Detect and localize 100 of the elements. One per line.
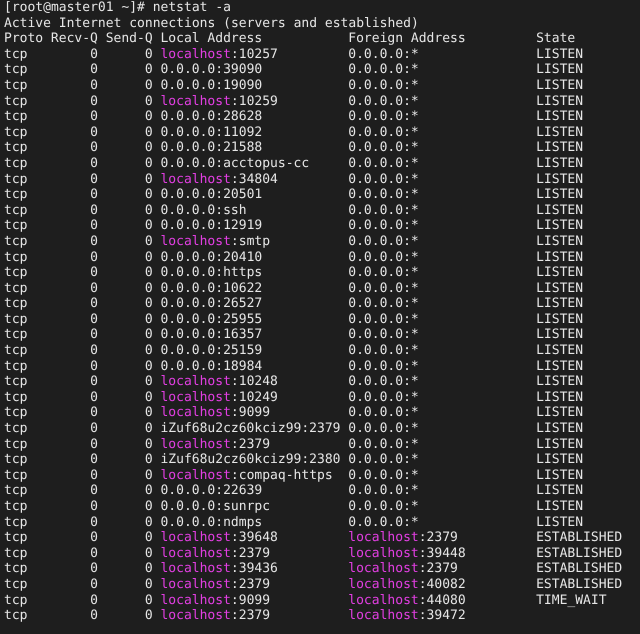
- address-text: 0.0.0.0:16357: [160, 327, 262, 342]
- address-text: 0.0.0.0:*: [348, 280, 419, 296]
- send-queue-cell: 0: [144, 390, 153, 406]
- send-queue-cell: 0: [144, 140, 153, 156]
- address-text: localhost:9099: [160, 592, 270, 608]
- send-queue-cell: 0: [144, 124, 153, 140]
- state-cell: LISTEN: [536, 514, 584, 530]
- send-queue-cell: 0: [144, 187, 153, 203]
- recv-queue-cell: 0: [90, 514, 98, 530]
- send-queue-cell: 0: [144, 561, 153, 577]
- send-queue-cell: 0: [144, 421, 153, 437]
- proto-cell: tcp: [4, 218, 28, 234]
- proto-cell: tcp: [4, 530, 28, 546]
- address-text: localhost:39436: [160, 561, 278, 576]
- address-text: localhost:10249: [160, 390, 278, 405]
- state-cell: LISTEN: [536, 218, 584, 234]
- address-text: 0.0.0.0:*: [348, 172, 419, 187]
- address-text: localhost:39472: [348, 608, 466, 624]
- address-text: localhost:10259: [160, 94, 278, 109]
- state-cell: LISTEN: [536, 499, 584, 515]
- address-text: iZuf68u2cz60kciz99:2379: [160, 421, 340, 436]
- proto-cell: tcp: [4, 172, 28, 188]
- state-cell: ESTABLISHED: [536, 561, 622, 577]
- address-text: iZuf68u2cz60kciz99:2380: [160, 452, 340, 468]
- address-text: 0.0.0.0:*: [348, 156, 419, 171]
- proto-cell: tcp: [4, 250, 28, 266]
- proto-cell: tcp: [4, 296, 28, 312]
- proto-cell: tcp: [4, 94, 28, 110]
- proto-cell: tcp: [4, 358, 28, 374]
- state-cell: LISTEN: [536, 296, 584, 312]
- address-text: localhost:2379: [160, 546, 270, 561]
- recv-queue-cell: 0: [90, 374, 98, 390]
- proto-cell: tcp: [4, 576, 28, 593]
- recv-queue-cell: 0: [90, 234, 98, 250]
- address-text: 0.0.0.0:*: [348, 327, 419, 342]
- proto-cell: tcp: [4, 62, 28, 78]
- address-text: 0.0.0.0:*: [348, 390, 419, 405]
- recv-queue-cell: 0: [90, 202, 98, 218]
- address-text: 0.0.0.0:*: [348, 265, 419, 280]
- proto-cell: tcp: [4, 405, 28, 422]
- address-text: 0.0.0.0:sunrpc: [160, 499, 270, 514]
- recv-queue-cell: 0: [90, 499, 98, 515]
- send-queue-cell: 0: [144, 62, 153, 78]
- address-text: localhost:10248: [160, 374, 278, 390]
- recv-queue-cell: 0: [90, 312, 98, 328]
- address-text: 0.0.0.0:*: [348, 358, 419, 374]
- address-text: 0.0.0.0:*: [348, 62, 419, 78]
- state-cell: ESTABLISHED: [536, 576, 622, 593]
- address-text: 0.0.0.0:*: [348, 234, 419, 249]
- address-text: 0.0.0.0:*: [348, 374, 419, 390]
- address-text: localhost:40082: [348, 576, 466, 592]
- address-text: 0.0.0.0:25955: [160, 312, 262, 327]
- send-queue-cell: 0: [144, 514, 153, 530]
- address-text: localhost:2379: [160, 576, 270, 592]
- proto-cell: tcp: [4, 561, 28, 577]
- state-cell: LISTEN: [536, 421, 584, 437]
- proto-cell: tcp: [4, 452, 28, 468]
- state-cell: LISTEN: [536, 405, 584, 422]
- recv-queue-cell: 0: [90, 156, 98, 172]
- proto-cell: tcp: [4, 265, 28, 281]
- address-text: 0.0.0.0:*: [348, 218, 419, 234]
- recv-queue-cell: 0: [90, 405, 98, 422]
- send-queue-cell: 0: [144, 109, 153, 125]
- state-cell: LISTEN: [536, 280, 584, 296]
- recv-queue-cell: 0: [90, 592, 98, 608]
- proto-cell: tcp: [4, 78, 28, 94]
- recv-queue-cell: 0: [90, 343, 98, 359]
- state-cell: LISTEN: [536, 343, 584, 359]
- recv-queue-cell: 0: [90, 265, 98, 281]
- column-header: Recv-Q: [50, 31, 98, 47]
- address-text: 0.0.0.0:28628: [160, 109, 262, 124]
- address-text: 0.0.0.0:*: [348, 124, 419, 140]
- proto-cell: tcp: [4, 202, 28, 218]
- address-text: 0.0.0.0:*: [348, 343, 419, 358]
- recv-queue-cell: 0: [90, 546, 98, 562]
- state-cell: LISTEN: [536, 452, 584, 468]
- send-queue-cell: 0: [144, 202, 153, 218]
- proto-cell: tcp: [4, 436, 28, 452]
- send-queue-cell: 0: [144, 436, 153, 452]
- state-cell: LISTEN: [536, 374, 584, 390]
- column-header: Proto: [4, 31, 44, 47]
- column-header: Local Address: [160, 31, 262, 47]
- proto-cell: tcp: [4, 280, 28, 296]
- address-text: localhost:2379: [160, 436, 270, 452]
- send-queue-cell: 0: [144, 156, 153, 172]
- address-text: 0.0.0.0:26527: [160, 296, 262, 312]
- send-queue-cell: 0: [144, 576, 153, 593]
- proto-cell: tcp: [4, 46, 28, 62]
- recv-queue-cell: 0: [90, 327, 98, 344]
- address-text: localhost:44080: [348, 592, 466, 608]
- proto-cell: tcp: [4, 327, 28, 344]
- column-header: State: [536, 31, 576, 47]
- address-text: 0.0.0.0:*: [348, 468, 419, 483]
- recv-queue-cell: 0: [90, 187, 98, 203]
- recv-queue-cell: 0: [90, 576, 98, 593]
- state-cell: LISTEN: [536, 265, 584, 281]
- state-cell: LISTEN: [536, 172, 584, 188]
- send-queue-cell: 0: [144, 265, 153, 281]
- proto-cell: tcp: [4, 608, 28, 624]
- recv-queue-cell: 0: [90, 280, 98, 296]
